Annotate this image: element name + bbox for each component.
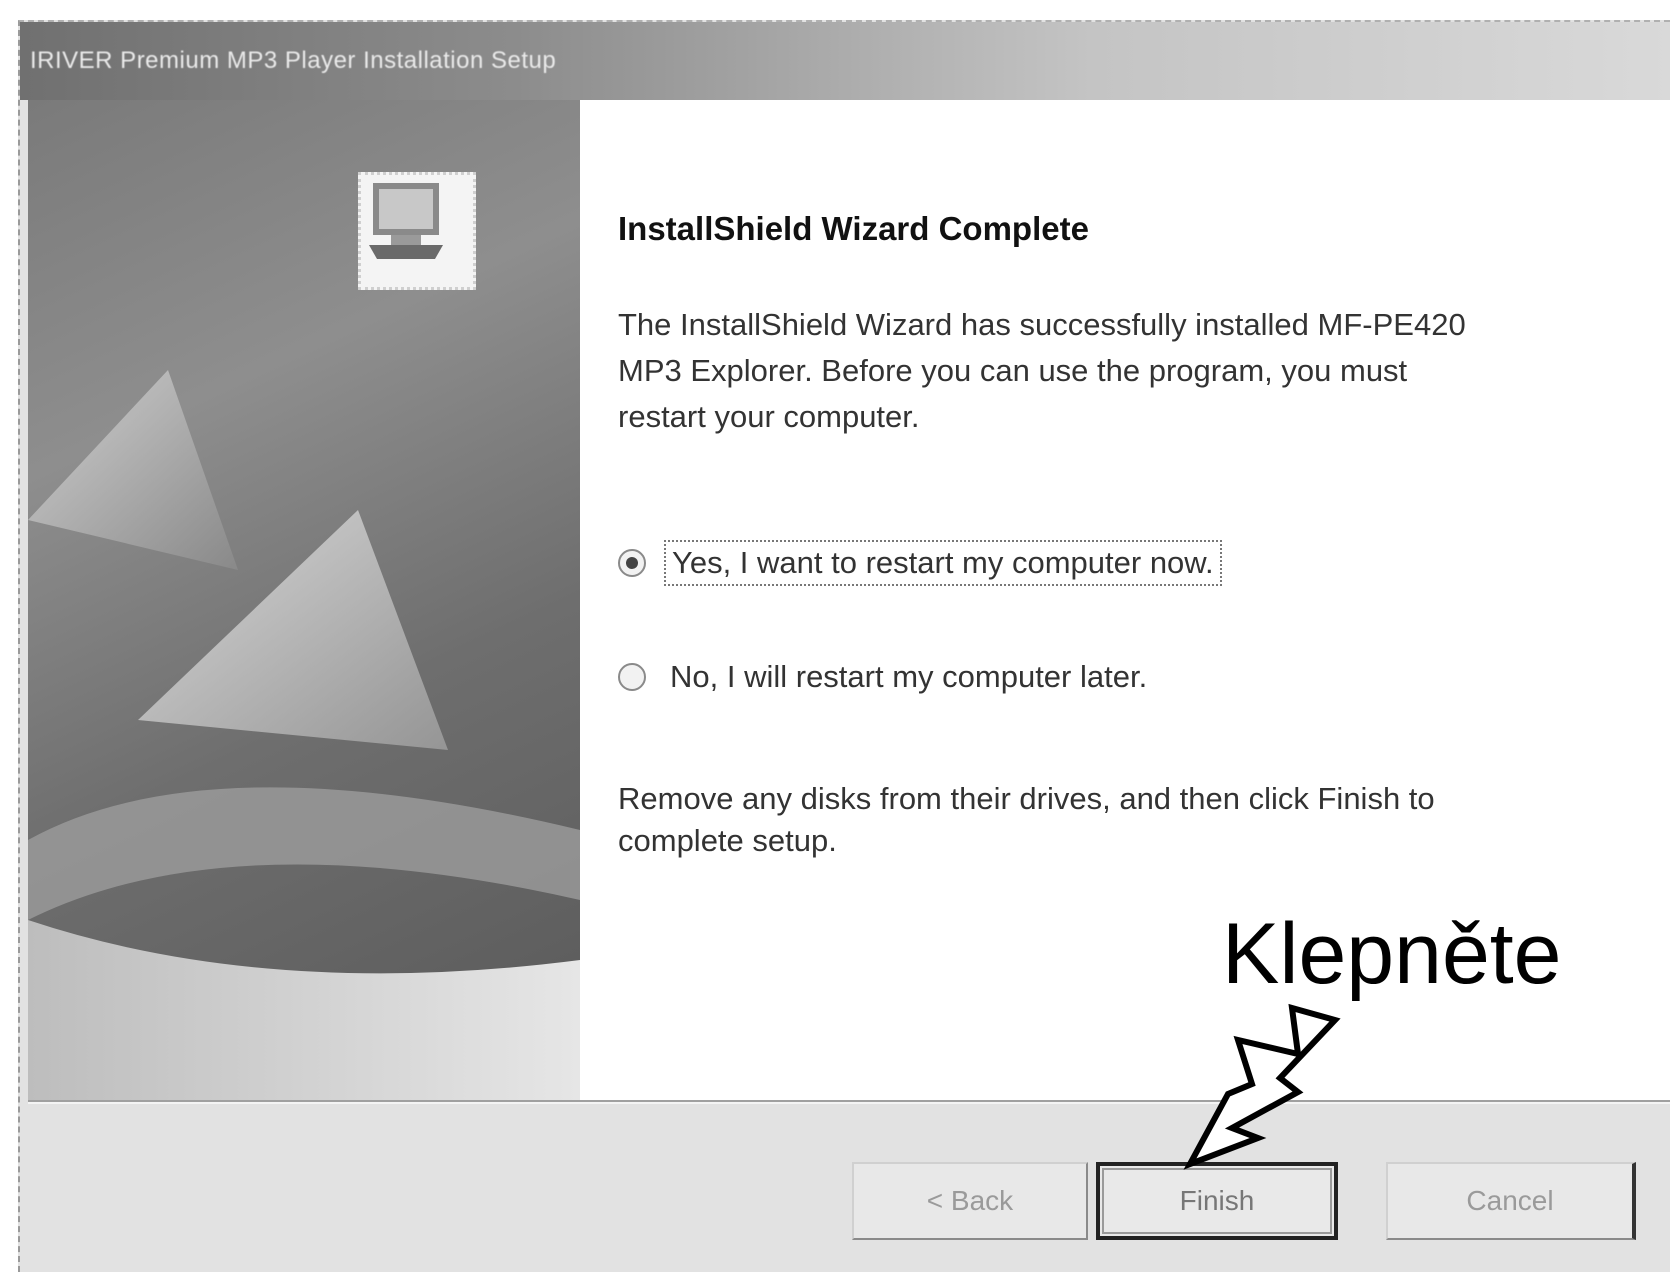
window-title: IRIVER Premium MP3 Player Installation S… (30, 47, 557, 74)
installshield-window: IRIVER Premium MP3 Player Installation S… (18, 20, 1670, 1272)
note-line: Remove any disks from their drives, and … (618, 781, 1435, 816)
restart-later-label[interactable]: No, I will restart my computer later. (664, 656, 1153, 698)
setup-computer-icon (358, 172, 476, 290)
click-annotation-label: Klepněte (1222, 906, 1562, 1002)
restart-now-label[interactable]: Yes, I want to restart my computer now. (664, 540, 1222, 586)
description-line: The InstallShield Wizard has successfull… (618, 307, 1466, 342)
button-separator (28, 1100, 1670, 1104)
note-line: complete setup. (618, 823, 837, 858)
restart-now-radio[interactable] (618, 549, 646, 577)
pointer-arrow-icon (1183, 1003, 1341, 1170)
back-button[interactable]: < Back (852, 1162, 1088, 1240)
completion-description: The InstallShield Wizard has successfull… (618, 302, 1578, 440)
restart-later-radio[interactable] (618, 663, 646, 691)
description-line: restart your computer. (618, 399, 920, 434)
banner-artwork (28, 370, 580, 1100)
title-bar[interactable]: IRIVER Premium MP3 Player Installation S… (20, 22, 1670, 100)
restart-later-option[interactable]: No, I will restart my computer later. (618, 656, 1153, 698)
restart-now-option[interactable]: Yes, I want to restart my computer now. (618, 540, 1222, 586)
finish-instructions: Remove any disks from their drives, and … (618, 778, 1618, 862)
wizard-side-banner (28, 100, 580, 1100)
cancel-button[interactable]: Cancel (1386, 1162, 1636, 1240)
description-line: MP3 Explorer. Before you can use the pro… (618, 353, 1408, 388)
wizard-heading: InstallShield Wizard Complete (618, 210, 1089, 247)
